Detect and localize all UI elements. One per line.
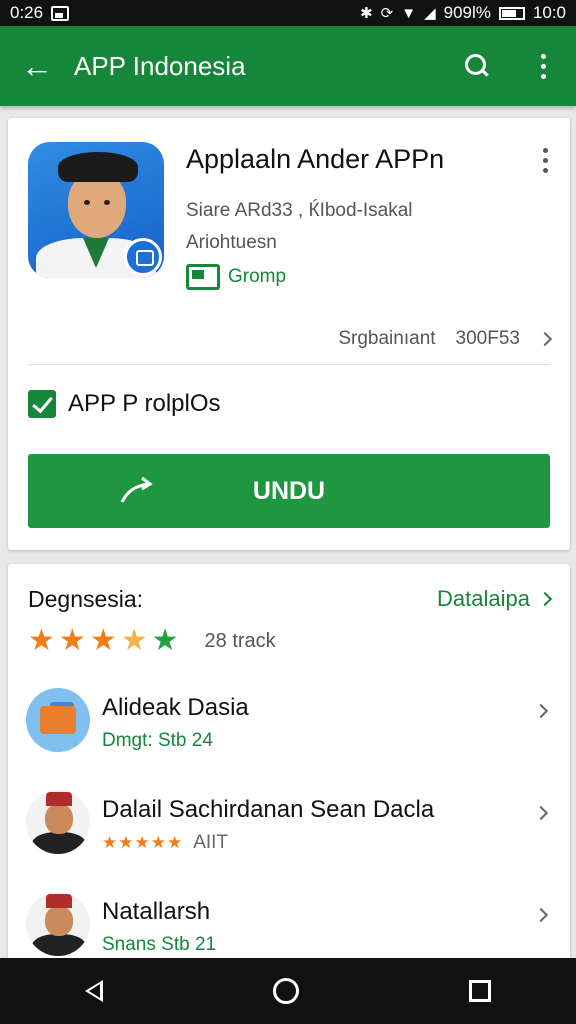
system-nav-bar [0, 958, 576, 1024]
more-vert-icon [540, 53, 546, 79]
group-icon [186, 264, 220, 290]
sync-icon: ⟳ [380, 5, 394, 22]
chevron-right-icon [533, 703, 549, 719]
badge-icon [124, 238, 162, 276]
wifi-icon: ▼ [401, 4, 417, 22]
checkbox[interactable] [28, 390, 56, 418]
star-icon: ★ [151, 624, 179, 657]
list-item-sub-text: Dmgt: Stb 24 [102, 730, 213, 751]
app-icon [28, 142, 164, 278]
back-arrow-icon[interactable]: ← [0, 50, 74, 82]
permission-checkbox-row[interactable]: APP P rolplOs [28, 390, 221, 418]
list-item-name: Dalail Sachirdanan Sean Dacla [102, 796, 435, 823]
rating-stars: ★ ★ ★ ★ ★ 28 track [28, 626, 276, 656]
status-time: 0:26 [10, 3, 44, 22]
meta-label: Srgbainıant [338, 328, 436, 349]
avatar [26, 688, 90, 752]
avatar [26, 790, 90, 854]
star-icon: ★ [58, 624, 86, 657]
list-item-name: Natallarsh [102, 898, 211, 925]
divider [28, 364, 550, 365]
signal-icon: ◢ [424, 5, 436, 22]
list-item-sub: Snans Stb 21 [102, 934, 216, 956]
chevron-right-icon [533, 805, 549, 821]
star-half-icon: ★ [120, 624, 148, 657]
search-button[interactable] [444, 54, 510, 78]
app-bar-title: APP Indonesia [74, 50, 246, 81]
list-item-sub: Dmgt: Stb 24 [102, 730, 213, 752]
overflow-menu-button[interactable] [510, 53, 576, 79]
bluetooth-icon: ✱ [360, 5, 373, 22]
list-item[interactable]: Alideak Dasia Dmgt: Stb 24 [8, 684, 570, 784]
chevron-right-icon [533, 907, 549, 923]
app-bar: ← APP Indonesia [0, 26, 576, 106]
app-details-card: Applaaln Ander APPn Siare ARd33 , ЌІbod-… [8, 118, 570, 550]
chevron-right-icon [537, 591, 553, 607]
status-bar: 0:26 ✱ ⟳ ▼ ◢ 909l% 10:0 [0, 0, 576, 26]
star-icon: ★ [28, 624, 55, 657]
checkbox-label: APP P rolplOs [68, 390, 221, 417]
nav-home-icon[interactable] [273, 978, 299, 1004]
image-notification-icon [51, 5, 70, 21]
status-clock: 10:0 [532, 3, 566, 22]
reviews-heading: Degnsesia: [28, 586, 144, 612]
app-developer[interactable]: Siare ARd33 , ЌІbod-Isakal [186, 200, 413, 222]
app-group: Gromp [186, 264, 286, 290]
group-label: Gromp [228, 266, 287, 287]
nav-recents-icon[interactable] [469, 980, 491, 1002]
list-item-sub: ★★★★★ AIIT [102, 832, 228, 854]
chevron-right-icon [537, 331, 553, 347]
list-item-sub-text: Snans Stb 21 [102, 934, 217, 955]
avatar [26, 892, 90, 956]
list-item[interactable]: Dalail Sachirdanan Sean Dacla ★★★★★ AIIT [8, 786, 570, 886]
battery-icon [498, 6, 525, 20]
app-meta-row[interactable]: Srgbainıant 300F53 [338, 328, 553, 350]
install-label: UNDU [252, 476, 326, 505]
mini-stars: ★★★★★ [102, 833, 184, 852]
app-category[interactable]: Ariohtuesn [186, 232, 277, 254]
meta-value: 300F53 [455, 328, 520, 349]
battery-percent: 909l% [443, 3, 491, 22]
reviews-card: Degnsesia: Datalaipa ★ ★ ★ ★ ★ 28 track … [8, 564, 570, 964]
app-title: Applaaln Ander APPn [186, 144, 445, 174]
nav-back-icon[interactable] [85, 980, 103, 1002]
list-item-name: Alideak Dasia [102, 694, 249, 721]
reviews-link[interactable]: Datalaipa [437, 586, 553, 612]
search-icon [465, 54, 489, 78]
review-count: 28 track [204, 629, 276, 652]
reviews-link-label: Datalaipa [437, 586, 530, 611]
list-item-sub-text: AIIT [193, 832, 229, 853]
app-more-icon[interactable] [543, 148, 548, 173]
star-icon: ★ [89, 624, 117, 657]
install-button[interactable]: UNDU [28, 454, 550, 528]
